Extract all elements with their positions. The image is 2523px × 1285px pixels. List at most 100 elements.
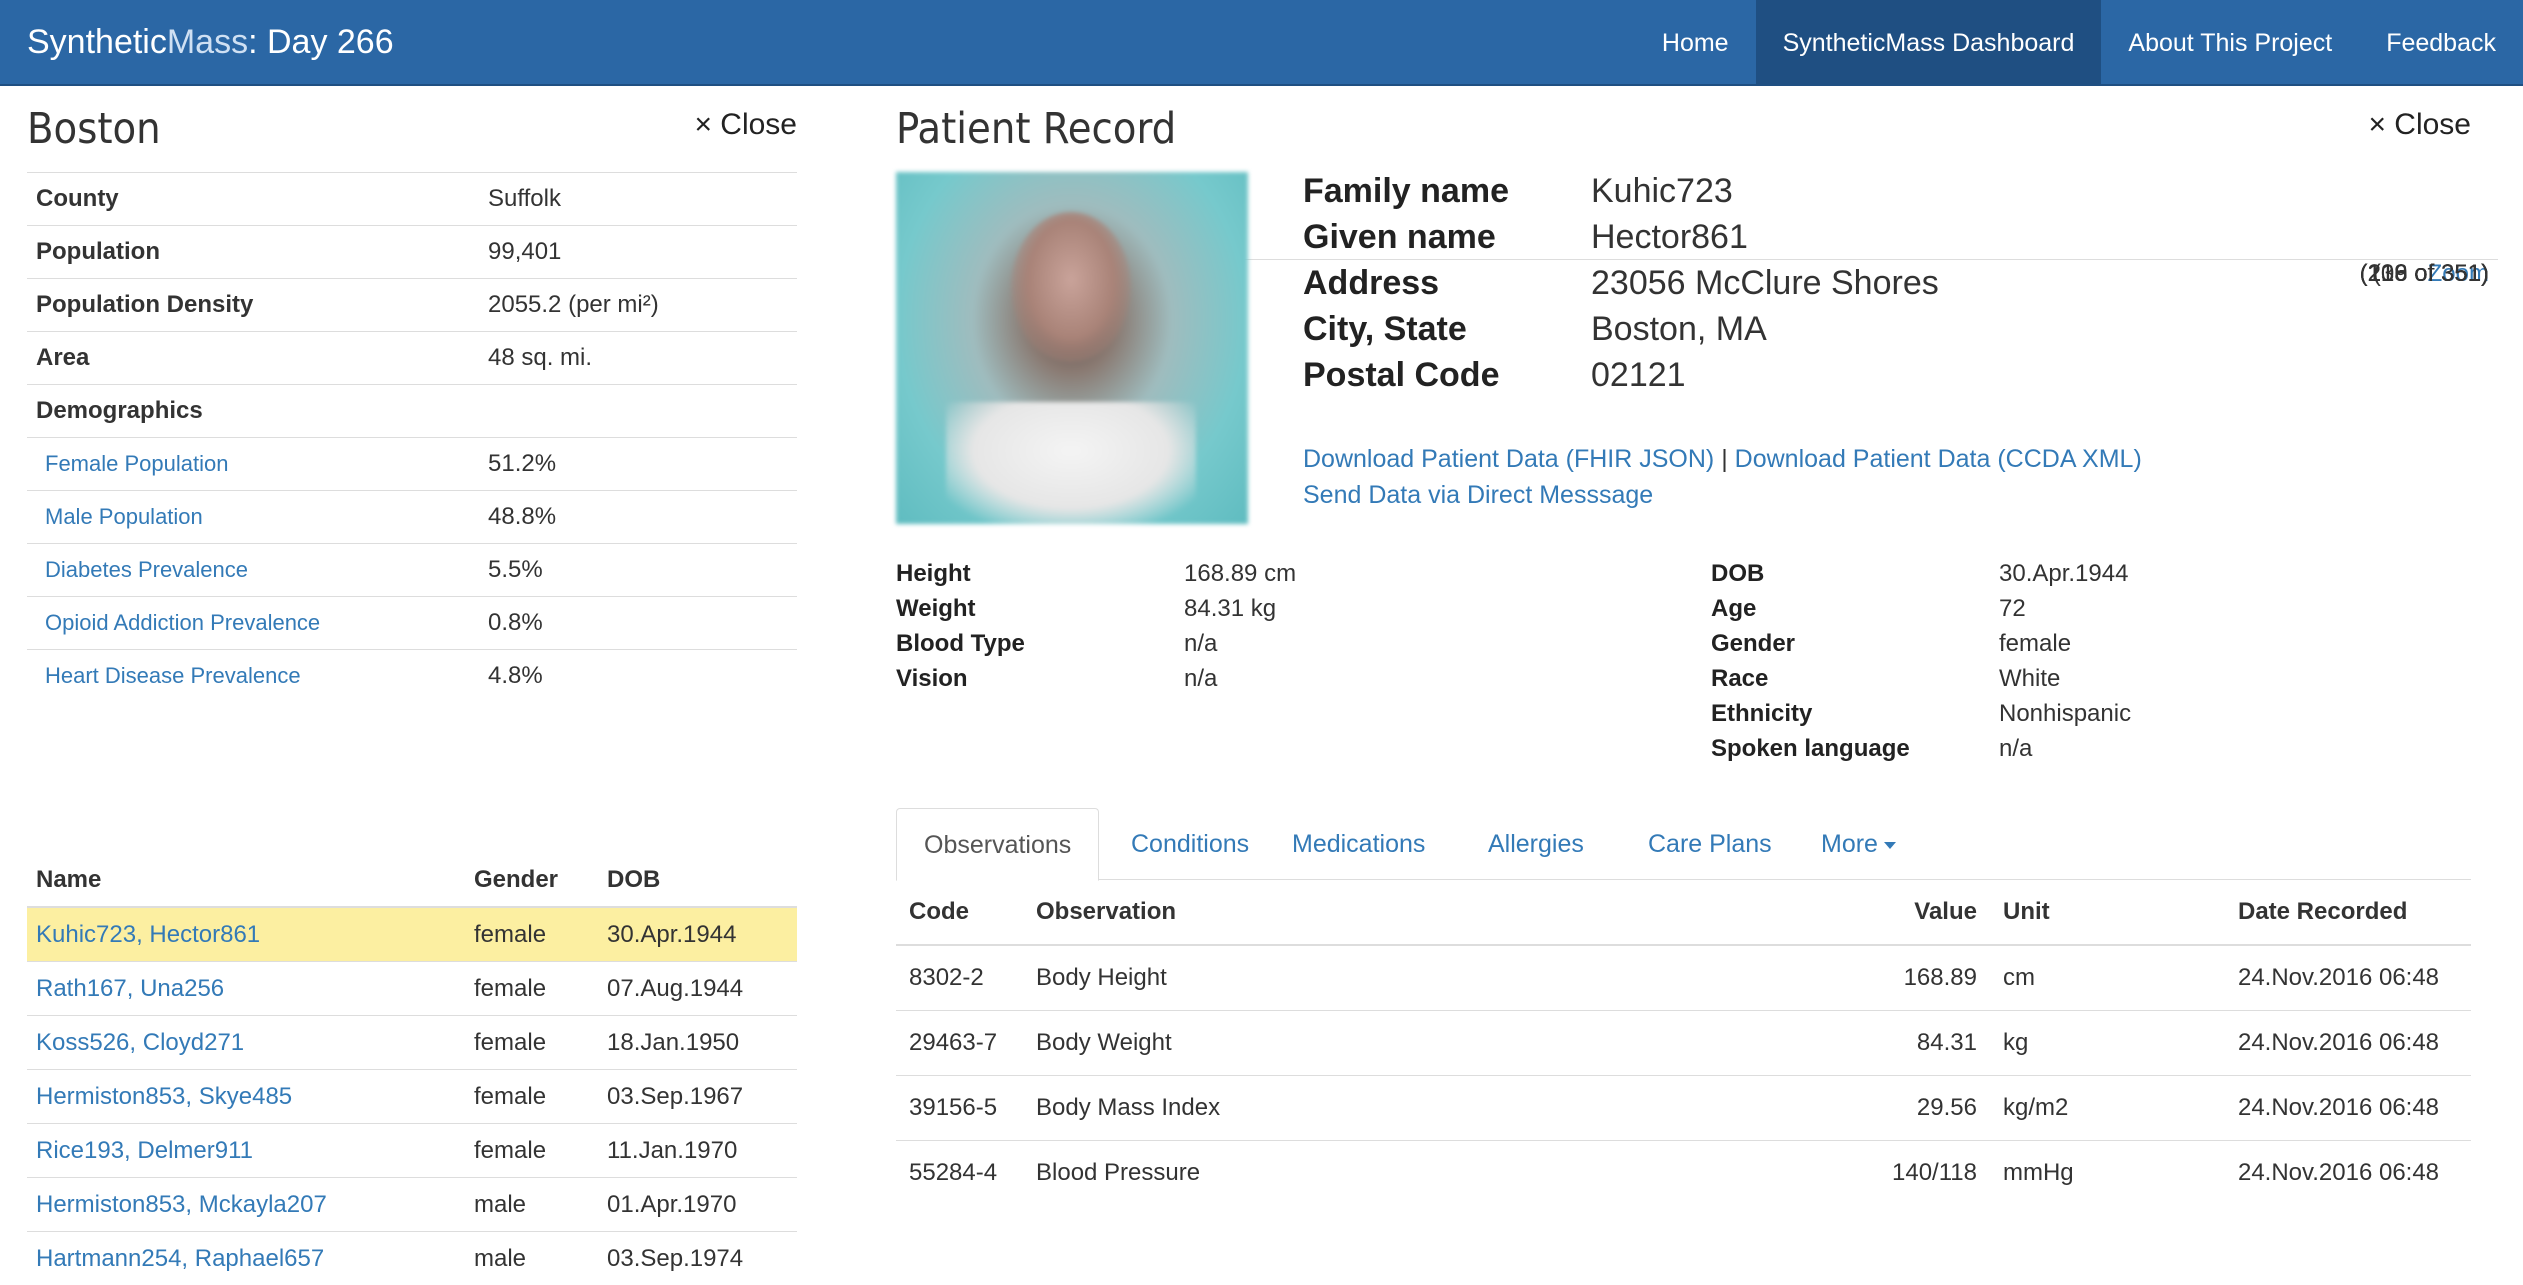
tab-observations[interactable]: Observations <box>896 808 1099 881</box>
obs-code: 39156-5 <box>896 1076 1023 1141</box>
weight-value: 84.31 kg <box>1184 595 1276 630</box>
obs-date-header[interactable]: Date Recorded <box>2225 880 2471 945</box>
photo-shirt <box>946 402 1196 524</box>
vital-row-blood: Blood Type n/a <box>896 630 1296 665</box>
stat-row: Male Population 48.8% (136 of 351) <box>27 491 797 544</box>
patient-row[interactable]: Rath167, Una256 female 07.Aug.1944 <box>27 962 797 1016</box>
city-close-button[interactable]: × Close <box>694 108 797 142</box>
patient-dob: 01.Apr.1970 <box>598 1178 797 1232</box>
stat-link-diabetes[interactable]: Diabetes Prevalence <box>45 557 248 582</box>
patient-row[interactable]: Rice193, Delmer911 female 11.Jan.1970 <box>27 1124 797 1178</box>
patient-dob: 03.Sep.1974 <box>598 1232 797 1285</box>
patient-gender: female <box>465 962 598 1016</box>
vital-row-vision: Vision n/a <box>896 665 1296 700</box>
patient-link[interactable]: Hermiston853, Skye485 <box>36 1083 292 1110</box>
obs-value: 140/118 <box>1879 1141 1990 1206</box>
patient-demographics: Family name Kuhic723 Given name Hector86… <box>1303 172 1939 402</box>
stat-link-female[interactable]: Female Population <box>45 451 228 476</box>
nav-dashboard[interactable]: SyntheticMass Dashboard <box>1756 0 2102 86</box>
obs-value: 168.89 <box>1879 945 1990 1011</box>
stat-value: 51.2% <box>479 438 797 491</box>
patient-row[interactable]: Hermiston853, Skye485 female 03.Sep.1967 <box>27 1070 797 1124</box>
patient-dob: 07.Aug.1944 <box>598 962 797 1016</box>
patient-row[interactable]: Hermiston853, Mckayla207 male 01.Apr.197… <box>27 1178 797 1232</box>
top-navbar: SyntheticMass: Day 266 Home SyntheticMas… <box>0 0 2523 86</box>
density-label: Population Density <box>27 279 479 332</box>
patient-link[interactable]: Hartmann254, Raphael657 <box>36 1245 324 1272</box>
area-value: 48 sq. mi. <box>479 332 797 385</box>
demographics-label: Demographics <box>27 385 797 438</box>
stat-link-male[interactable]: Male Population <box>45 504 203 529</box>
col-dob-header[interactable]: DOB <box>598 830 797 907</box>
brand-suffix: : Day 266 <box>248 23 394 61</box>
nav-home[interactable]: Home <box>1635 0 1756 86</box>
patient-gender: male <box>465 1232 598 1285</box>
patient-gender: female <box>465 1070 598 1124</box>
city-title: Boston <box>27 104 161 154</box>
vital-row-gender: Gender female <box>1711 630 2131 665</box>
obs-value: 29.56 <box>1879 1076 1990 1141</box>
vitals-left: Height 168.89 cm Weight 84.31 kg Blood T… <box>896 560 1296 700</box>
given-name-value: Hector861 <box>1591 218 1748 264</box>
obs-unit: kg/m2 <box>1990 1076 2225 1141</box>
info-row-demographics: Demographics <box>27 385 797 438</box>
obs-name: Body Height <box>1023 945 1879 1011</box>
obs-value-header[interactable]: Value <box>1879 880 1990 945</box>
tab-more-label: More <box>1821 830 1878 858</box>
send-direct-link[interactable]: Send Data via Direct Messsage <box>1303 481 1653 509</box>
family-name-value: Kuhic723 <box>1591 172 1733 218</box>
download-ccda-link[interactable]: Download Patient Data (CCDA XML) <box>1735 445 2142 473</box>
demog-row-postal: Postal Code 02121 <box>1303 356 1939 402</box>
stat-link-heart[interactable]: Heart Disease Prevalence <box>45 663 301 688</box>
tab-care-plans[interactable]: Care Plans <box>1621 808 1799 880</box>
patient-link[interactable]: Koss526, Cloyd271 <box>36 1029 244 1056</box>
tab-more-dropdown[interactable]: More <box>1794 808 1923 880</box>
patient-link[interactable]: Kuhic723, Hector861 <box>36 921 260 948</box>
info-row-population: Population 99,401 <box>27 226 797 279</box>
blood-type-label: Blood Type <box>896 630 1184 665</box>
tab-medications[interactable]: Medications <box>1265 808 1452 880</box>
patient-row-selected[interactable]: Kuhic723, Hector861 female 30.Apr.1944 <box>27 907 797 962</box>
obs-code: 55284-4 <box>896 1141 1023 1206</box>
col-gender-header[interactable]: Gender <box>465 830 598 907</box>
gender-value: female <box>1999 630 2071 665</box>
patient-row[interactable]: Koss526, Cloyd271 female 18.Jan.1950 <box>27 1016 797 1070</box>
nav-about[interactable]: About This Project <box>2101 0 2359 86</box>
patient-link[interactable]: Rath167, Una256 <box>36 975 224 1002</box>
obs-row: 29463-7 Body Weight 84.31 kg 24.Nov.2016… <box>896 1011 2471 1076</box>
nav-menu: Home SyntheticMass Dashboard About This … <box>1635 0 2523 86</box>
patient-link[interactable]: Rice193, Delmer911 <box>36 1137 253 1164</box>
city-info-table: County Suffolk Population 99,401 Populat… <box>27 172 797 703</box>
stat-row: Opioid Addiction Prevalence 0.8% (109 of… <box>27 597 797 650</box>
obs-unit: mmHg <box>1990 1141 2225 1206</box>
patient-close-button[interactable]: × Close <box>2368 108 2471 142</box>
patient-row[interactable]: Hartmann254, Raphael657 male 03.Sep.1974 <box>27 1232 797 1285</box>
tab-allergies[interactable]: Allergies <box>1461 808 1611 880</box>
area-label: Area <box>27 332 479 385</box>
stat-value: 0.8% <box>479 597 797 650</box>
patient-link[interactable]: Hermiston853, Mckayla207 <box>36 1191 327 1218</box>
patient-title: Patient Record <box>896 104 1176 154</box>
dob-value: 30.Apr.1944 <box>1999 560 2128 595</box>
address-value: 23056 McClure Shores <box>1591 264 1939 310</box>
tab-conditions[interactable]: Conditions <box>1104 808 1276 880</box>
obs-unit: kg <box>1990 1011 2225 1076</box>
obs-observation-header[interactable]: Observation <box>1023 880 1879 945</box>
stat-link-opioid[interactable]: Opioid Addiction Prevalence <box>45 610 320 635</box>
download-fhir-link[interactable]: Download Patient Data (FHIR JSON) <box>1303 445 1714 473</box>
brand-title[interactable]: SyntheticMass: Day 266 <box>27 0 394 86</box>
obs-unit-header[interactable]: Unit <box>1990 880 2225 945</box>
brand-light: Mass <box>167 23 248 61</box>
ethnicity-label: Ethnicity <box>1711 700 1999 735</box>
patients-table: Name Gender DOB Kuhic723, Hector861 fema… <box>27 830 797 1285</box>
col-name-header[interactable]: Name <box>27 830 465 907</box>
photo-face <box>1011 212 1131 362</box>
family-name-label: Family name <box>1303 172 1591 218</box>
patient-gender: female <box>465 1016 598 1070</box>
obs-code-header[interactable]: Code <box>896 880 1023 945</box>
patient-gender: female <box>465 1124 598 1178</box>
density-value: 2055.2 (per mi²) <box>479 279 797 332</box>
nav-feedback[interactable]: Feedback <box>2359 0 2523 86</box>
obs-code: 29463-7 <box>896 1011 1023 1076</box>
obs-name: Body Weight <box>1023 1011 1879 1076</box>
